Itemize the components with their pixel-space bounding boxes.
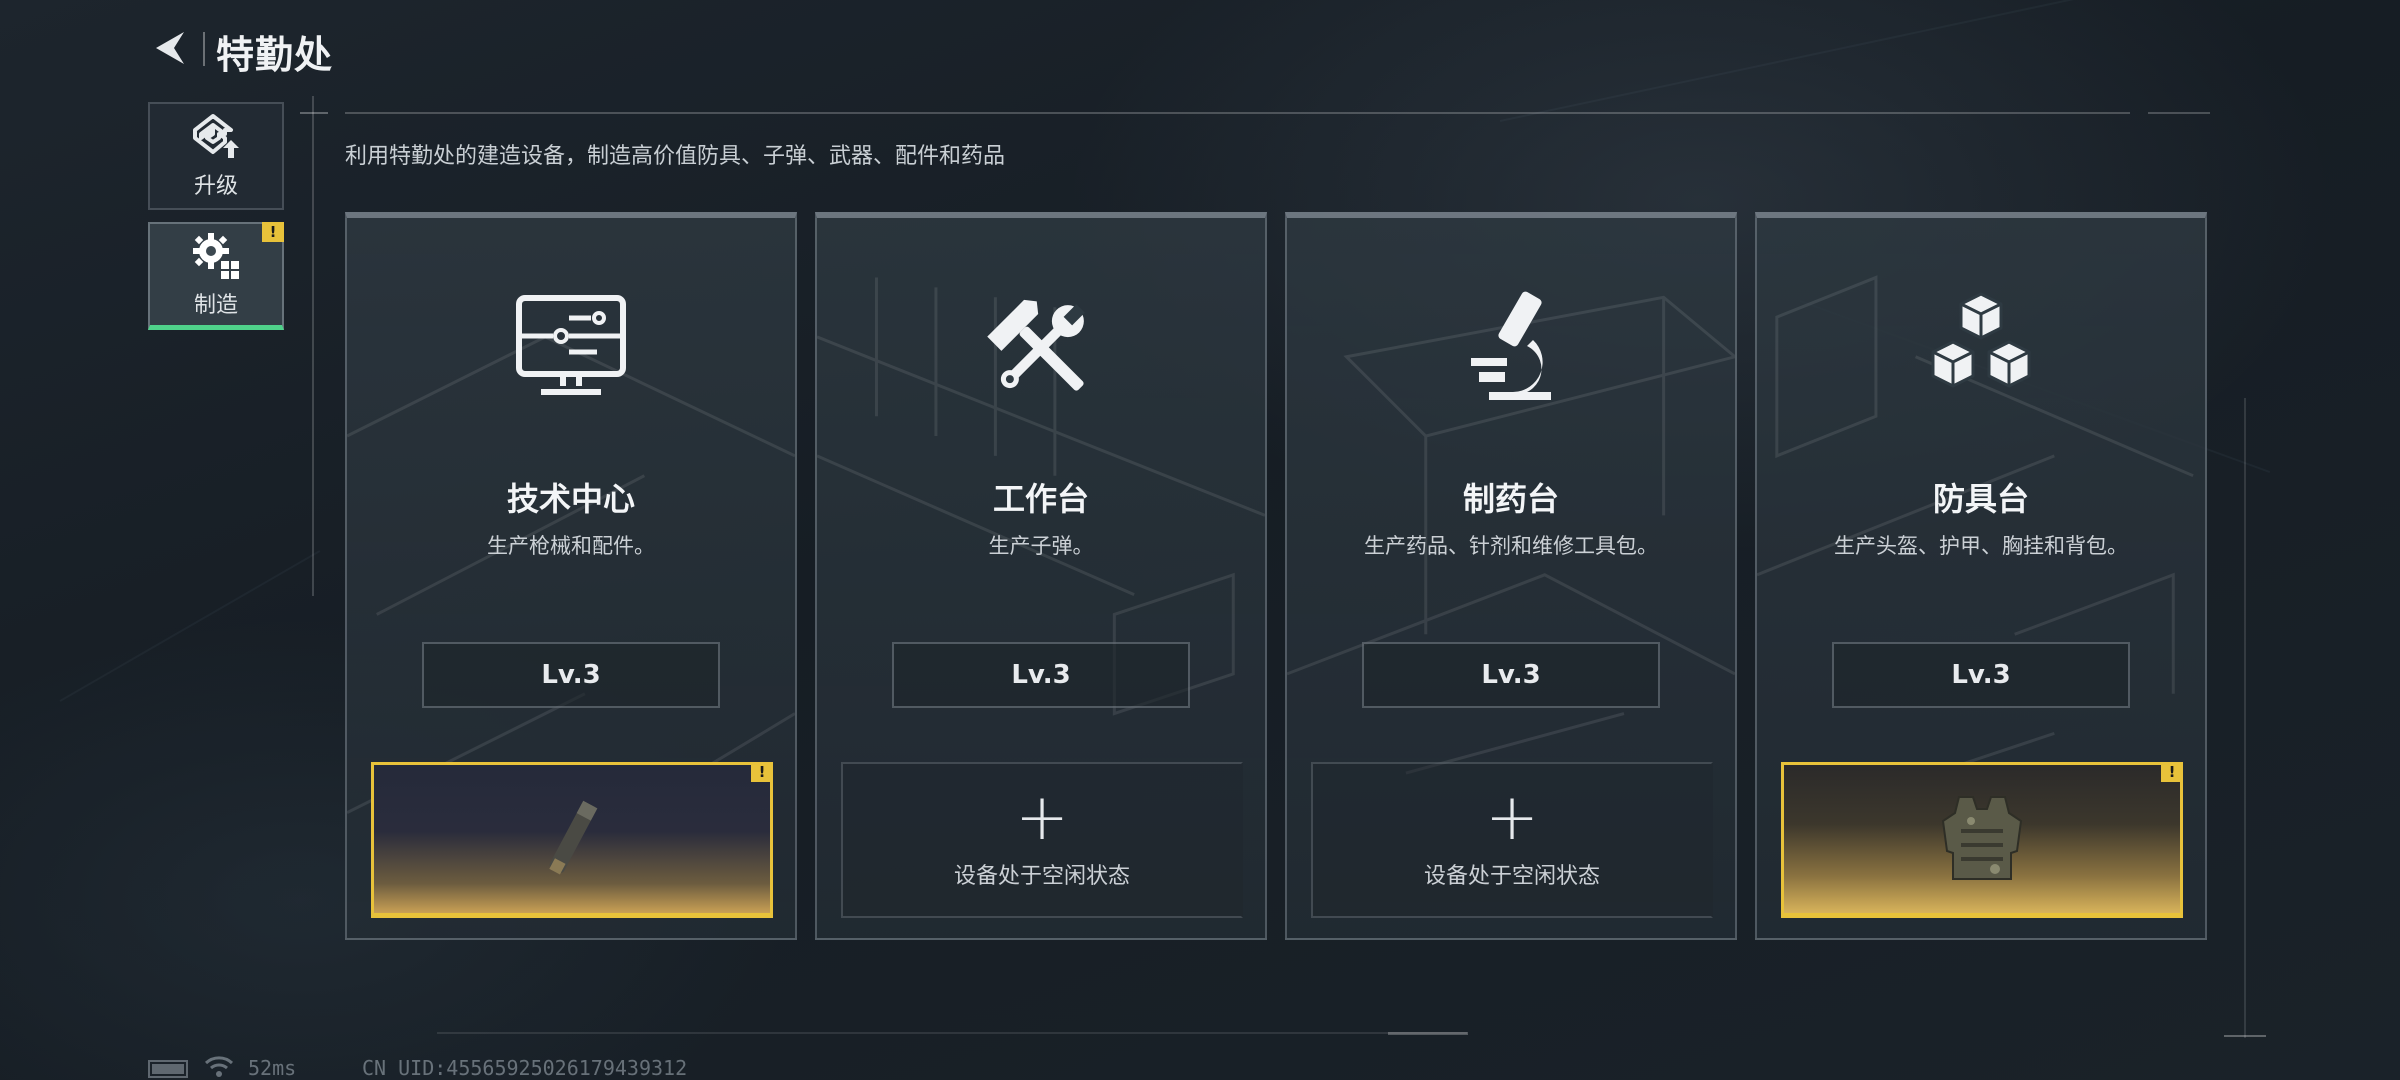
ping-readout: 52ms <box>248 1056 297 1080</box>
facility-subtitle: 生产药品、针剂和维修工具包。 <box>1364 534 1658 558</box>
facility-level: Lv.3 <box>1832 642 2130 708</box>
microscope-icon <box>1471 291 1551 400</box>
facility-subtitle: 生产子弹。 <box>988 534 1094 558</box>
wifi-icon <box>204 1056 234 1077</box>
facility-level: Lv.3 <box>422 642 720 708</box>
notification-badge: ! <box>2161 762 2183 782</box>
hammer-wrench-icon <box>987 299 1085 391</box>
facility-subtitle: 生产头盔、护甲、胸挂和背包。 <box>1834 534 2128 558</box>
facility-title: 工作台 <box>992 480 1089 518</box>
background-texture <box>59 550 321 702</box>
section-rule <box>345 112 2130 114</box>
facility-level: Lv.3 <box>892 642 1190 708</box>
add-icon: + <box>1015 781 1069 855</box>
add-icon: + <box>1485 781 1539 855</box>
footer-rule-accent <box>1388 1032 1468 1035</box>
idle-status-text: 设备处于空闲状态 <box>1423 864 1600 889</box>
facility-card-tech-center[interactable]: 技术中心 生产枪械和配件。 Lv.3 ! <box>345 212 797 940</box>
decorative-cross-mark <box>2224 1035 2266 1037</box>
facility-title: 制药台 <box>1462 480 1559 518</box>
header-divider <box>203 32 205 66</box>
background-texture <box>1499 0 2088 122</box>
idle-status-text: 设备处于空闲状态 <box>953 864 1130 889</box>
sidebar-cross-mark <box>300 112 328 114</box>
user-uid: CN UID:455659250261794393​12 <box>362 1056 688 1080</box>
section-rule-end <box>2148 112 2210 114</box>
facility-card-workbench[interactable]: 工作台 生产子弹。 Lv.3 + 设备处于空闲状态 <box>815 212 1267 940</box>
sidebar-item-label: 升级 <box>193 174 238 199</box>
cubes-icon <box>1931 292 2031 388</box>
weapon-part-icon <box>549 800 598 875</box>
battery-icon <box>148 1060 188 1078</box>
upgrade-icon <box>193 114 239 158</box>
notification-badge: ! <box>262 222 284 242</box>
sidebar-item-upgrade[interactable]: 升级 <box>148 102 284 210</box>
facility-subtitle: 生产枪械和配件。 <box>487 534 655 558</box>
production-slot-idle[interactable]: + 设备处于空闲状态 <box>1311 762 1713 918</box>
production-slot-busy[interactable]: ! <box>1781 762 2183 918</box>
gear-craft-icon <box>193 232 239 279</box>
footer-rule <box>437 1032 1467 1034</box>
facility-level: Lv.3 <box>1362 642 1660 708</box>
section-description: 利用特勤处的建造设备，制造高价值防具、子弹、武器、配件和药品 <box>345 144 1006 169</box>
facility-title: 防具台 <box>1932 480 2029 518</box>
facility-card-armor-bench[interactable]: 防具台 生产头盔、护甲、胸挂和背包。 Lv.3 ! <box>1755 212 2207 940</box>
facility-title: 技术中心 <box>506 480 635 518</box>
computer-icon <box>516 295 626 395</box>
production-slot-busy[interactable]: ! <box>371 762 773 918</box>
facility-card-pharmacy[interactable]: 制药台 生产药品、针剂和维修工具包。 Lv.3 + 设备处于空闲状态 <box>1285 212 1737 940</box>
back-arrow-icon <box>156 32 184 64</box>
back-button[interactable] <box>146 24 194 72</box>
notification-badge: ! <box>751 762 773 782</box>
body-armor-icon <box>1941 796 2023 880</box>
production-slot-idle[interactable]: + 设备处于空闲状态 <box>841 762 1243 918</box>
sidebar-item-craft[interactable]: 制造 ! <box>148 222 284 330</box>
sidebar-item-label: 制造 <box>193 292 238 318</box>
sidebar-divider <box>312 96 314 596</box>
decorative-line <box>2244 398 2246 1038</box>
page-title: 特勤处 <box>216 33 334 77</box>
